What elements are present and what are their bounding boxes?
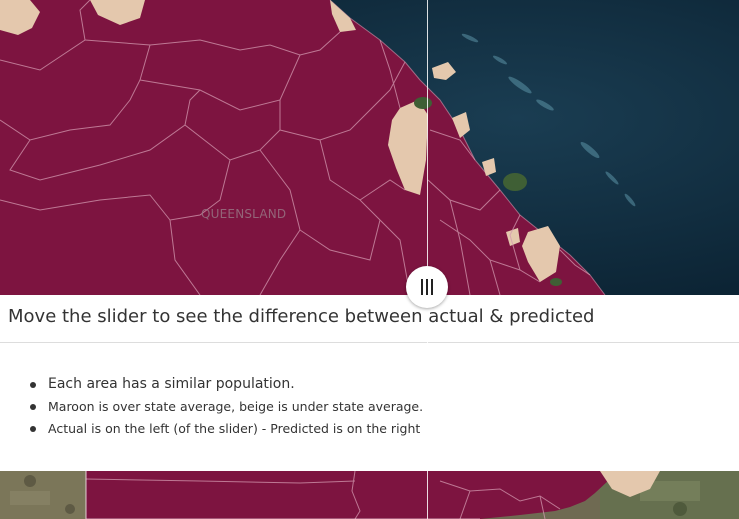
lower-maroon-region [86,471,610,519]
panel-title: Move the slider to see the difference be… [8,306,595,327]
info-bullet-list: Each area has a similar population. Maro… [30,373,423,440]
vertical-grip-icon [421,279,433,295]
map-comparison-view: QUEENSLAND Move the slider to see the di… [0,0,739,519]
bullet-color-legend: Maroon is over state average, beige is u… [30,396,423,418]
comparison-slider-line[interactable] [427,0,428,519]
choropleth-map-lower[interactable] [0,471,739,519]
panel-divider [0,342,739,343]
map-graphic [0,0,739,295]
info-panel: Move the slider to see the difference be… [0,295,739,471]
comparison-slider-handle[interactable] [406,266,448,308]
region-label: QUEENSLAND [201,207,287,221]
map-lower-graphic [0,471,739,519]
bullet-population: Each area has a similar population. [30,373,423,396]
choropleth-map[interactable]: QUEENSLAND [0,0,739,295]
bullet-slider-explanation: Actual is on the left (of the slider) - … [30,418,423,440]
